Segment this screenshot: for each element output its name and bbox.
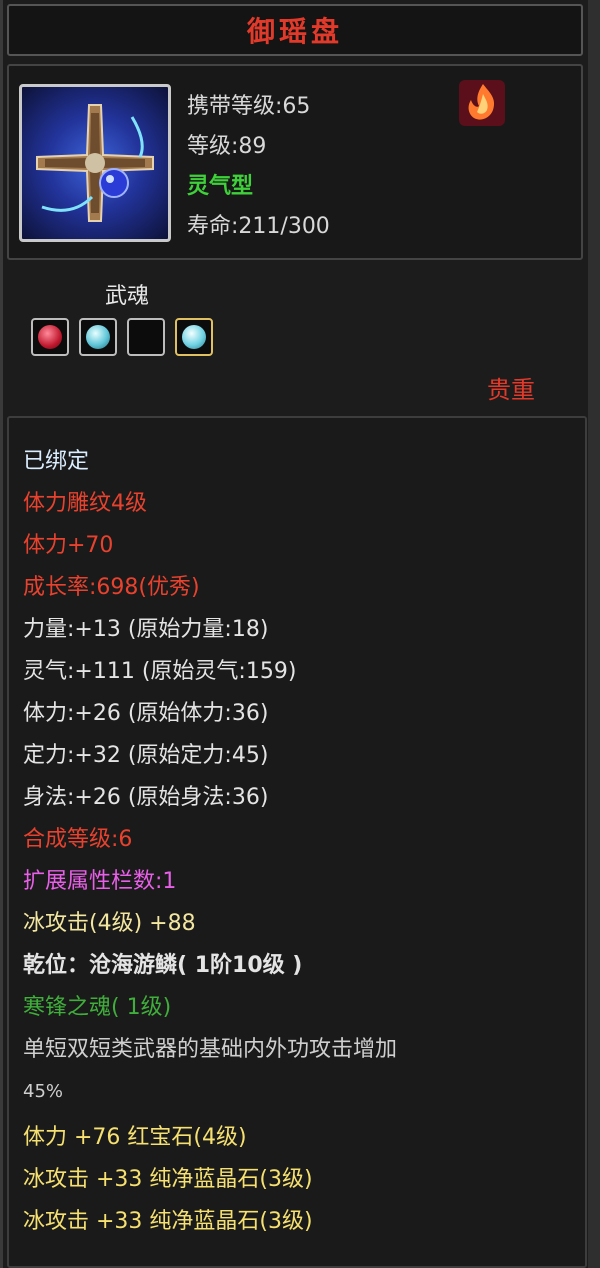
focus-line: 定力:+32 (原始定力:45) bbox=[23, 743, 269, 768]
item-info-section: 携带等级:65 等级:89 灵气型 寿命:211/300 bbox=[7, 64, 583, 260]
synth-level-line: 合成等级:6 bbox=[23, 827, 133, 852]
strength-line: 力量:+13 (原始力量:18) bbox=[23, 617, 269, 642]
item-name: 御瑶盘 bbox=[246, 15, 343, 48]
blue-gem-icon bbox=[182, 325, 206, 349]
item-icon[interactable] bbox=[19, 84, 171, 242]
stamina-line: 体力:+26 (原始体力:36) bbox=[23, 701, 269, 726]
item-tooltip-panel: 御瑶盘 携带等级:65 等级:89 灵气型 寿命:211/300 武魂 贵重 已… bbox=[0, 0, 588, 1268]
gem-line-2: 冰攻击 +33 纯净蓝晶石(3级) bbox=[23, 1167, 313, 1192]
soul-slot-1[interactable] bbox=[31, 318, 69, 356]
growth-line: 成长率:698(优秀) bbox=[23, 575, 200, 600]
carry-level: 携带等级:65 bbox=[187, 94, 311, 119]
gem-line-1: 体力 +76 红宝石(4级) bbox=[23, 1125, 247, 1150]
soul-section: 武魂 贵重 bbox=[3, 266, 591, 408]
blue-gem-icon bbox=[86, 325, 110, 349]
soul-slot-4[interactable] bbox=[175, 318, 213, 356]
title-bar: 御瑶盘 bbox=[7, 4, 583, 56]
flame-icon bbox=[459, 80, 505, 126]
item-type: 灵气型 bbox=[187, 174, 254, 199]
red-gem-icon bbox=[38, 325, 62, 349]
item-level: 等级:89 bbox=[187, 134, 267, 159]
item-details: 已绑定 体力雕纹4级 体力+70 成长率:698(优秀) 力量:+13 (原始力… bbox=[7, 416, 587, 1268]
gem-line-3: 冰攻击 +33 纯净蓝晶石(3级) bbox=[23, 1209, 313, 1234]
qian-line: 乾位：沧海游鳞( 1阶10级 ) bbox=[23, 953, 303, 978]
bound-status: 已绑定 bbox=[23, 449, 90, 474]
engrave-line: 体力雕纹4级 bbox=[23, 491, 147, 516]
rarity-label: 贵重 bbox=[487, 376, 535, 404]
soul-slot-3-empty[interactable] bbox=[127, 318, 165, 356]
soul-effect-line-1: 单短双短类武器的基础内外功攻击增加 bbox=[23, 1037, 398, 1062]
soul-effect-line-2: 45% bbox=[23, 1081, 64, 1102]
soul-slot-2[interactable] bbox=[79, 318, 117, 356]
soul-label: 武魂 bbox=[105, 284, 150, 309]
engrave-bonus-line: 体力+70 bbox=[23, 533, 114, 558]
item-lifespan: 寿命:211/300 bbox=[187, 214, 330, 239]
spirit-line: 灵气:+111 (原始灵气:159) bbox=[23, 659, 297, 684]
ice-attack-line: 冰攻击(4级) +88 bbox=[23, 911, 196, 936]
soul-name-line: 寒锋之魂( 1级) bbox=[23, 995, 172, 1020]
agility-line: 身法:+26 (原始身法:36) bbox=[23, 785, 269, 810]
ext-slots-line: 扩展属性栏数:1 bbox=[23, 869, 177, 894]
background-window-edge bbox=[588, 0, 600, 1268]
